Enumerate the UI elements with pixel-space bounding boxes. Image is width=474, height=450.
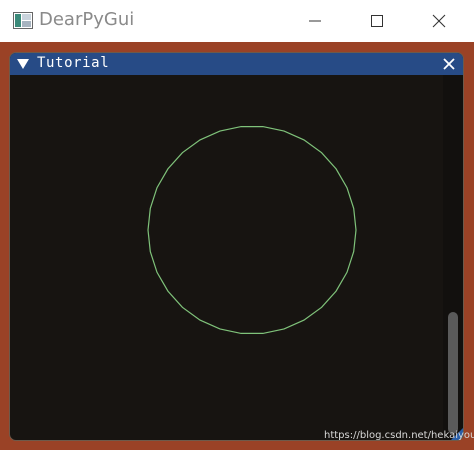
close-icon <box>432 14 446 28</box>
watermark-text: https://blog.csdn.net/hekaiyou <box>324 430 474 441</box>
tutorial-window[interactable]: Tutorial <box>9 52 464 441</box>
minimize-button[interactable] <box>292 0 338 42</box>
window-title: DearPyGui <box>39 9 135 30</box>
drawing-canvas <box>147 125 357 334</box>
close-icon[interactable] <box>442 57 456 71</box>
viewport-client-area: Tutorial <box>0 42 474 450</box>
collapse-triangle-icon[interactable] <box>17 58 29 70</box>
window-titlebar[interactable]: DearPyGui <box>0 0 474 42</box>
close-button[interactable] <box>416 0 462 42</box>
app-icon <box>13 12 33 29</box>
drawn-circle <box>147 125 357 334</box>
scrollbar-thumb[interactable] <box>448 312 458 434</box>
tutorial-window-title: Tutorial <box>37 55 110 71</box>
tutorial-window-header[interactable]: Tutorial <box>10 53 463 75</box>
maximize-button[interactable] <box>354 0 400 42</box>
minimize-icon <box>309 20 321 22</box>
maximize-icon <box>371 15 383 27</box>
